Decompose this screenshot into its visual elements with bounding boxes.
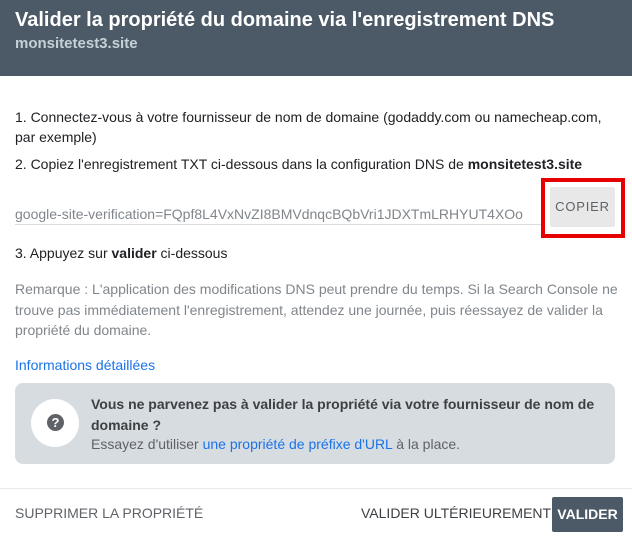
help-icon-circle: ?: [31, 399, 79, 447]
step-2-domain: monsitetest3.site: [467, 156, 583, 172]
help-text: Essayez d'utiliser une propriété de préf…: [91, 434, 460, 454]
dialog-header: Valider la propriété du domaine via l'en…: [0, 0, 632, 76]
dialog-title: Valider la propriété du domaine via l'en…: [15, 9, 555, 31]
step-3-text: 3. Appuyez sur valider ci-dessous: [15, 243, 615, 263]
help-box: ? Vous ne parvenez pas à valider la prop…: [15, 383, 615, 464]
delete-property-button[interactable]: SUPPRIMER LA PROPRIÉTÉ: [15, 505, 203, 521]
step-1-text: 1. Connectez-vous à votre fournisseur de…: [15, 109, 602, 145]
help-text-suffix: à la place.: [392, 436, 461, 452]
step-3-label: 3. Appuyez sur: [15, 245, 112, 261]
copy-button[interactable]: COPIER: [550, 187, 615, 227]
footer-divider: [0, 488, 632, 489]
dialog-domain-subtitle: monsitetest3.site: [15, 35, 138, 52]
help-question-icon: ?: [47, 414, 64, 431]
step-2-text: 2. Copiez l'enregistrement TXT ci-dessou…: [15, 154, 615, 174]
txt-record-field[interactable]: google-site-verification=FQpf8L4VxNvZI8B…: [15, 203, 543, 225]
step-3-suffix: ci-dessous: [156, 245, 228, 261]
help-text-prefix: Essayez d'utiliser: [91, 436, 203, 452]
remark-note: Remarque : L'application des modificatio…: [15, 281, 618, 338]
validate-button[interactable]: VALIDER: [552, 497, 623, 532]
help-title: Vous ne parvenez pas à valider la propri…: [91, 396, 595, 433]
validate-later-button[interactable]: VALIDER ULTÉRIEUREMENT: [361, 505, 551, 521]
detailed-info-link[interactable]: Informations détaillées: [15, 355, 155, 375]
url-prefix-property-link[interactable]: une propriété de préfixe d'URL: [203, 436, 393, 452]
step-3-validate-word: valider: [111, 245, 157, 261]
step-2-label: 2. Copiez l'enregistrement TXT ci-dessou…: [15, 156, 468, 172]
